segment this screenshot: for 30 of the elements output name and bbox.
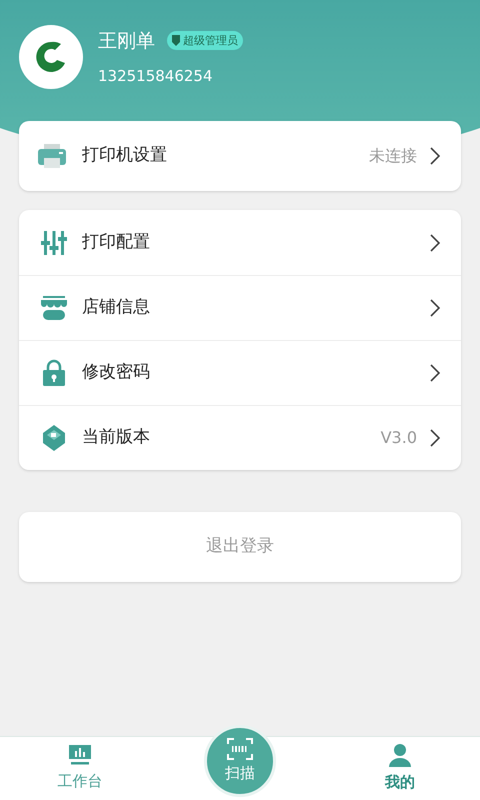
chevron-icon: [429, 363, 441, 383]
settings-row[interactable]: 当前版本 V3.0: [19, 405, 461, 470]
chevron-icon: [429, 298, 441, 318]
row-value: V3.0: [380, 427, 417, 449]
store-icon: [41, 295, 67, 321]
settings-row[interactable]: 修改密码: [19, 340, 461, 405]
row-value: 未连接: [369, 145, 417, 167]
settings-row[interactable]: 店铺信息: [19, 275, 461, 340]
printer-icon: [38, 143, 66, 169]
user-name: 王刚单: [98, 28, 155, 54]
row-label: 店铺信息: [82, 296, 151, 320]
row-label: 打印机设置: [82, 144, 168, 168]
lock-icon: [42, 359, 66, 387]
shield-icon: [172, 35, 180, 46]
printer-settings-row[interactable]: 打印机设置 未连接: [19, 121, 461, 191]
nav-tab[interactable]: 我的: [320, 737, 480, 800]
person-icon: [388, 743, 412, 768]
role-badge: 超级管理员: [167, 31, 243, 50]
barcode-scan-icon: [227, 738, 253, 760]
row-label: 当前版本: [82, 426, 151, 450]
row-label: 打印配置: [82, 230, 151, 254]
chevron-icon: [429, 428, 441, 448]
settings-row[interactable]: 打印配置: [19, 210, 461, 275]
version-icon: [42, 424, 66, 452]
sliders-icon: [41, 230, 67, 256]
monitor-icon: [68, 744, 92, 766]
row-label: 修改密码: [82, 361, 151, 384]
chevron-icon: [429, 146, 441, 166]
chevron-icon: [429, 232, 441, 252]
phone-number: 132515846254: [98, 66, 214, 87]
